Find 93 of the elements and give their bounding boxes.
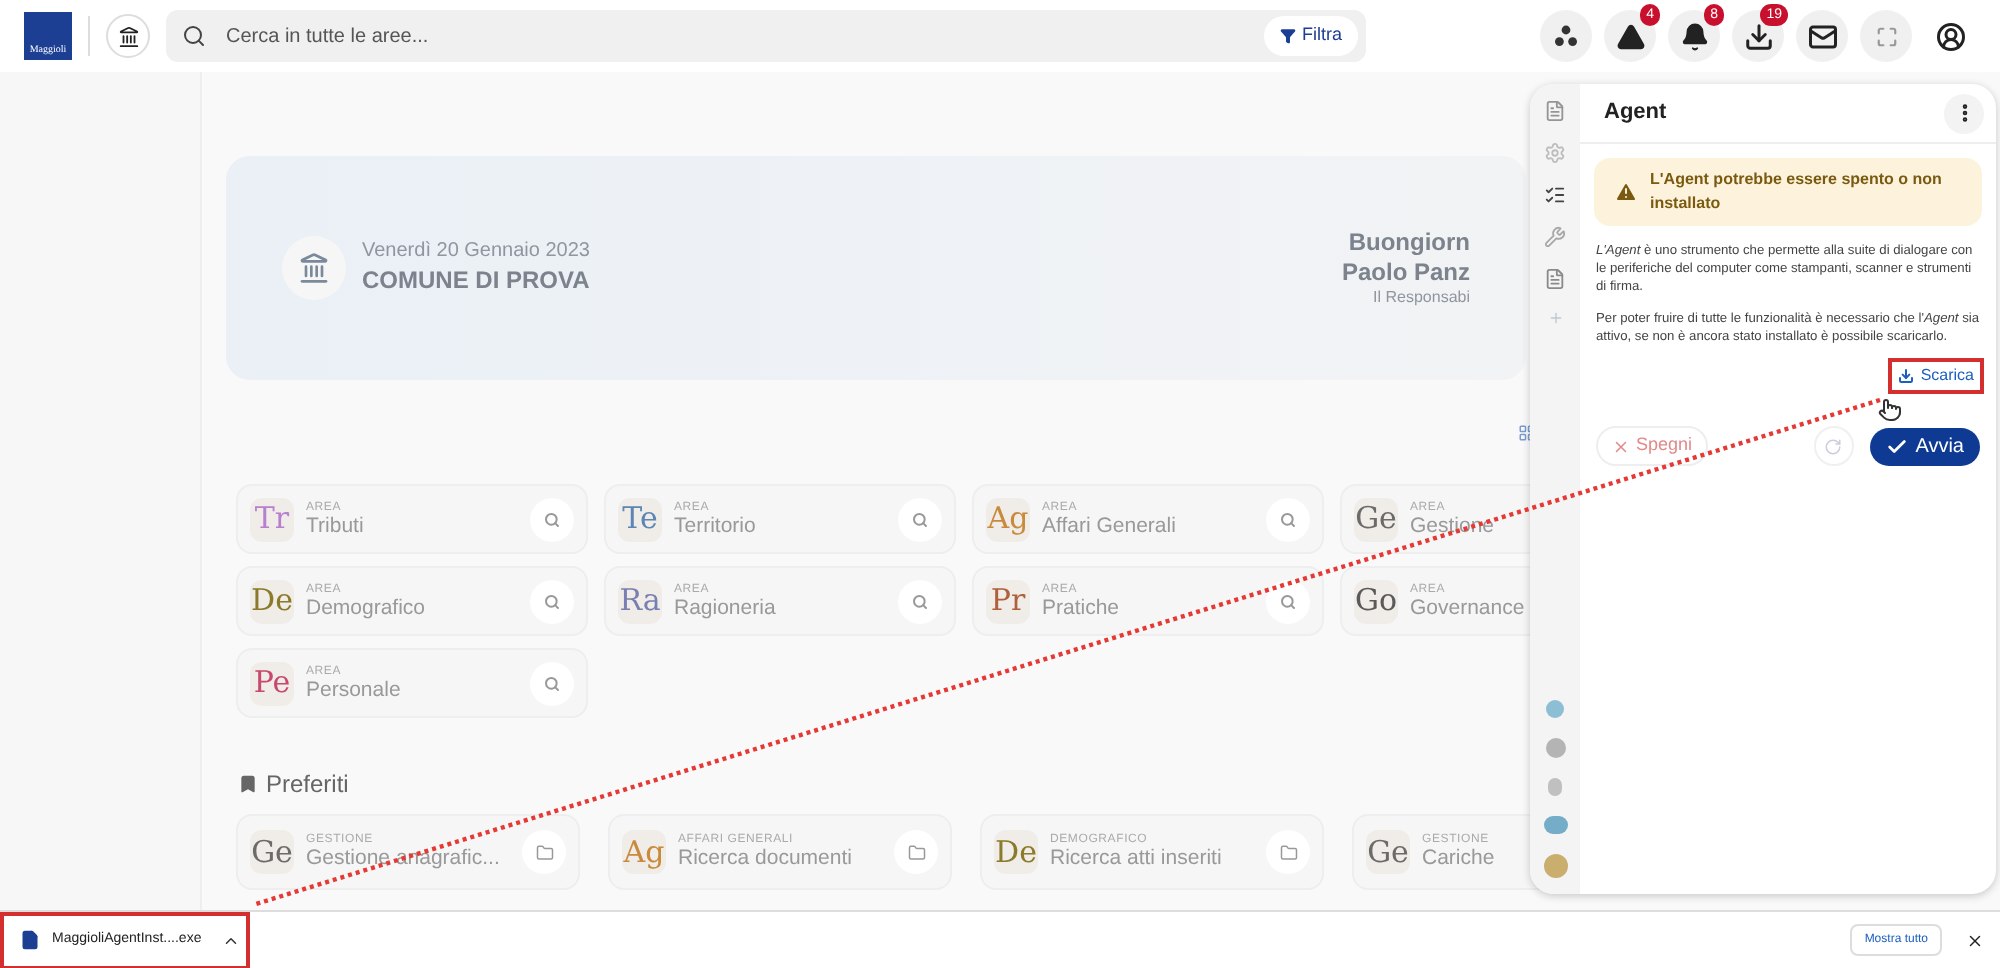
download-link[interactable]: Scarica: [1888, 358, 1984, 395]
search-icon: [912, 593, 928, 609]
close-icon[interactable]: [1966, 931, 1984, 949]
mail-icon: [1807, 21, 1837, 51]
home-button[interactable]: [106, 14, 150, 58]
area-name: Tributi: [306, 515, 364, 537]
area-monogram: Ge: [1354, 497, 1398, 541]
panel-title: Agent: [1604, 98, 1669, 129]
area-name: Demografico: [306, 597, 426, 619]
fullscreen-icon: [1875, 25, 1897, 47]
app-icon[interactable]: [1548, 778, 1562, 796]
area-monogram: De: [250, 579, 294, 623]
area-name: Affari Generali: [1042, 515, 1176, 537]
area-monogram: Tr: [250, 497, 294, 541]
favorite-monogram: Ge: [250, 830, 294, 874]
gear-icon[interactable]: [1544, 142, 1566, 164]
search-button[interactable]: [530, 497, 574, 541]
favorite-monogram: Ag: [622, 830, 666, 874]
area-name: Territorio: [674, 515, 756, 537]
search-button[interactable]: [898, 497, 942, 541]
folder-icon: [535, 843, 553, 861]
area-monogram: Ra: [618, 579, 662, 623]
warning-text: L'Agent potrebbe essere spento o non installato: [1650, 168, 1944, 216]
search-button[interactable]: [530, 579, 574, 623]
search-button[interactable]: [1266, 497, 1310, 541]
area-name: Governance: [1410, 597, 1525, 619]
open-button[interactable]: [522, 830, 566, 874]
banner-date: Venerdì 20 Gennaio 2023: [362, 240, 590, 266]
search-button[interactable]: [530, 661, 574, 705]
area-name: Pratiche: [1042, 597, 1120, 619]
app-icon[interactable]: [1546, 700, 1564, 718]
close-icon: [1612, 437, 1630, 456]
area-monogram: Te: [618, 497, 662, 541]
favorite-name: Ricerca atti inseriti: [1050, 848, 1222, 870]
account-icon: [1935, 21, 1965, 51]
area-monogram: Go: [1354, 579, 1398, 623]
area-name: Personale: [306, 679, 401, 701]
hand-cursor-icon: [1878, 398, 1902, 422]
search-icon: [544, 593, 560, 609]
checklist-icon[interactable]: [1544, 184, 1566, 206]
area-monogram: Ag: [986, 497, 1030, 541]
section-title: Preferiti: [266, 768, 349, 802]
area-monogram: Pr: [986, 579, 1030, 623]
folder-icon: [907, 843, 925, 861]
dots-icon: [1554, 24, 1578, 48]
start-button[interactable]: Avvia: [1869, 427, 1980, 466]
filter-icon: [1280, 28, 1296, 44]
bell-icon: [1679, 21, 1709, 51]
file-icon: [20, 930, 40, 950]
plus-icon[interactable]: [1547, 310, 1563, 326]
area-name: Ragioneria: [674, 597, 776, 619]
greeting: Buongiorn: [1348, 228, 1470, 258]
filter-button[interactable]: Filtra: [1264, 16, 1358, 56]
search-icon: [912, 511, 928, 527]
favorite-name: Gestione anagrafic...: [306, 848, 500, 870]
bank-icon: [298, 252, 330, 284]
user-role: Il Responsabi: [1373, 288, 1470, 308]
download-icon: [1898, 368, 1915, 385]
search-icon: [182, 24, 206, 48]
search-icon: [544, 675, 560, 691]
search-icon: [1280, 593, 1296, 609]
document-icon[interactable]: [1544, 268, 1566, 290]
search-field[interactable]: Cerca in tutte le aree... Filtra: [166, 10, 1366, 62]
folder-icon: [1279, 843, 1297, 861]
apps-button[interactable]: [1540, 10, 1592, 62]
check-icon: [1885, 435, 1908, 458]
bank-icon: [117, 25, 139, 47]
fullscreen-button[interactable]: [1860, 10, 1912, 62]
favorite-name: Cariche: [1422, 848, 1495, 870]
search-input[interactable]: Cerca in tutte le aree...: [226, 21, 1264, 51]
warning-icon: [1615, 21, 1645, 51]
bookmark-icon: [238, 774, 258, 794]
document-icon[interactable]: [1544, 100, 1566, 122]
warning-icon: [1614, 180, 1638, 204]
entity-name: COMUNE DI PROVA: [362, 265, 590, 296]
favorite-name: Ricerca documenti: [678, 848, 852, 870]
chat-icon[interactable]: [1543, 816, 1567, 834]
more-button[interactable]: [1944, 93, 1984, 133]
download-icon: [1743, 21, 1773, 51]
refresh-icon: [1824, 437, 1843, 456]
wrench-icon[interactable]: [1544, 226, 1566, 248]
open-button[interactable]: [1266, 830, 1310, 874]
user-name: Paolo Panz: [1341, 258, 1470, 288]
avatar-icon[interactable]: [1543, 854, 1567, 878]
search-button[interactable]: [898, 579, 942, 623]
search-button[interactable]: [1266, 579, 1310, 623]
favorite-monogram: Ge: [1366, 830, 1410, 874]
area-monogram: Pe: [250, 661, 294, 705]
open-button[interactable]: [894, 830, 938, 874]
mail-button[interactable]: [1796, 10, 1848, 62]
search-icon: [544, 511, 560, 527]
favorite-monogram: De: [994, 830, 1038, 874]
search-icon: [1280, 511, 1296, 527]
